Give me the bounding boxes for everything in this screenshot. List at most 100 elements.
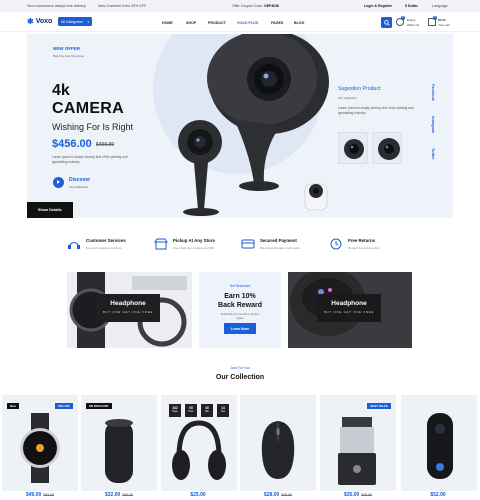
price-current: $25.00 xyxy=(190,492,206,498)
reward-title-line1: Earn 10% xyxy=(224,293,256,300)
hero-description: Lorem Ipsum is simply dummy text of the … xyxy=(52,155,128,164)
nav-home[interactable]: HOME xyxy=(162,21,173,25)
countdown-value: 40 xyxy=(205,405,209,410)
product-price: $35.00 $49.00 xyxy=(320,492,396,498)
suggestion-thumb[interactable] xyxy=(372,132,402,164)
product-price: $32.00 $50.00 xyxy=(81,492,157,498)
suggestion-sub: Our Collection xyxy=(338,96,358,100)
categories-label: All Categories xyxy=(61,19,83,24)
camera-product-image xyxy=(178,34,329,216)
speaker-image xyxy=(105,419,133,483)
product-card[interactable] xyxy=(401,395,477,491)
product-card[interactable]: 432 Days 05 Hour 40 Min 14 Sec xyxy=(161,395,237,491)
learn-more-button[interactable]: Learn More xyxy=(224,323,256,334)
show-details-button[interactable]: Show Details xyxy=(27,202,73,218)
price-current: $32.00 xyxy=(104,492,121,498)
product-price: $49.00 $52.00 xyxy=(2,492,78,498)
social-twitter[interactable]: Twitter xyxy=(431,148,435,160)
nav-voxo-plus[interactable]: VOXO PLUS xyxy=(237,21,258,25)
promo-headphone-right[interactable]: Headphone BUY ONE GET ONE FREE xyxy=(288,272,412,348)
promo-headphone-left[interactable]: Headphone BUY ONE GET ONE FREE xyxy=(67,272,192,348)
wishlist-label: Empty xyxy=(407,18,416,22)
countdown-value: 14 xyxy=(221,405,225,410)
discount-badge: ON DISCOUNT xyxy=(86,403,112,410)
service-title: Customer Services xyxy=(86,238,126,243)
countdown-unit: Hour xyxy=(188,410,194,413)
hero-title-line2: CAMERA xyxy=(52,100,125,117)
service-title: Free Returns xyxy=(348,238,376,243)
product-card[interactable]: BEST VALUE xyxy=(320,395,396,491)
all-categories-button[interactable]: All Categories ▾ xyxy=(58,17,92,26)
reward-title-line2: Back Reward xyxy=(218,302,262,309)
wishlist-sub: Wish List xyxy=(407,23,420,27)
cart-amount: $0.00 xyxy=(438,18,446,22)
countdown-value: 432 xyxy=(172,405,178,410)
social-instagram[interactable]: Instagram xyxy=(431,116,435,133)
chevron-down-icon: ▾ xyxy=(87,19,89,24)
nav-product[interactable]: PRODUCT xyxy=(208,21,226,25)
price-current: $28.00 xyxy=(263,492,280,498)
service-sub: Free shipping on orders over $65 xyxy=(173,246,215,250)
price-current: $52.00 xyxy=(430,492,446,498)
hero-price: $456.00 xyxy=(52,138,92,150)
product-card[interactable]: ON DISCOUNT xyxy=(81,395,157,491)
currency-select[interactable]: $ Dollar xyxy=(405,4,418,8)
promo-sub: BUY ONE GET ONE FREE xyxy=(102,310,154,314)
suggestion-description: Lorem Ipsum is simply dummy text of the … xyxy=(338,106,414,115)
countdown-hours: 05 Hour xyxy=(185,404,197,417)
hero-banner: NEW OFFER Buy One Get One Free 4k CAMERA… xyxy=(27,34,453,218)
top-bar: Voxo ecommerce always free delivery New … xyxy=(0,0,480,12)
service-sub: We accept all major credit cards xyxy=(260,246,300,250)
price-old: $35.00 xyxy=(281,493,292,497)
logo[interactable]: ✱ Voxo xyxy=(27,17,53,26)
hero-subtitle: Wishing For Is Right xyxy=(52,122,134,132)
countdown-unit: Days xyxy=(172,410,178,413)
cart-sub: Your cart xyxy=(438,23,450,27)
header: ✱ Voxo All Categories ▾ HOME SHOP PRODUC… xyxy=(0,12,480,32)
logo-star-icon: ✱ xyxy=(27,17,34,26)
price-old: $49.00 xyxy=(361,493,372,497)
new-badge: New xyxy=(7,403,19,410)
discover-link[interactable]: Discover xyxy=(69,177,90,183)
smart-camera-image xyxy=(427,413,453,479)
product-price: $28.00 $35.00 xyxy=(240,492,316,498)
nav-shop[interactable]: SHOP xyxy=(186,21,196,25)
service-title: Pickup At Any Store xyxy=(173,238,215,243)
collection-tag: Just For You xyxy=(230,366,250,370)
new-offer-label: NEW OFFER xyxy=(53,46,80,51)
mouse-image xyxy=(261,421,295,479)
reward-tag: Get Rewarded xyxy=(229,284,251,288)
juicer-image xyxy=(338,417,376,485)
service-sub: Top notch customer services xyxy=(86,246,122,250)
product-card[interactable]: New 50% OFF xyxy=(2,395,78,491)
promo-message: Voxo ecommerce always free delivery xyxy=(27,4,86,8)
offer-sub: Buy One Get One Free xyxy=(53,54,84,58)
collection-title: Our Collection xyxy=(215,374,265,381)
store-icon xyxy=(154,238,168,250)
camera-thumb-image xyxy=(378,138,400,160)
nav-blog[interactable]: BLOG xyxy=(294,21,304,25)
social-facebook[interactable]: Facebook xyxy=(431,84,435,101)
logo-text: Voxo xyxy=(35,18,53,25)
suggestion-thumb[interactable] xyxy=(338,132,368,164)
language-select[interactable]: Language xyxy=(432,4,448,8)
support-icon xyxy=(68,242,80,249)
play-icon[interactable] xyxy=(53,177,64,188)
price-current: $35.00 xyxy=(343,492,360,498)
promo-sub: BUY ONE GET ONE FREE xyxy=(323,310,375,314)
search-button[interactable] xyxy=(381,17,392,28)
countdown-value: 05 xyxy=(189,405,193,410)
price-old: $50.00 xyxy=(122,493,133,497)
price-old: $52.00 xyxy=(43,493,54,497)
promo-title: Headphone xyxy=(110,300,146,307)
product-card[interactable] xyxy=(240,395,316,491)
credit-card-icon xyxy=(241,239,255,249)
countdown-unit: Min xyxy=(205,410,209,413)
nav-pages[interactable]: PAGES xyxy=(271,21,283,25)
login-link[interactable]: Login & Register xyxy=(364,4,392,8)
discover-sub: Our Collection xyxy=(69,185,89,189)
smartwatch-image xyxy=(20,413,60,483)
countdown-days: 432 Days xyxy=(169,404,181,417)
search-icon xyxy=(383,19,390,26)
countdown-seconds: 14 Sec xyxy=(217,404,229,417)
